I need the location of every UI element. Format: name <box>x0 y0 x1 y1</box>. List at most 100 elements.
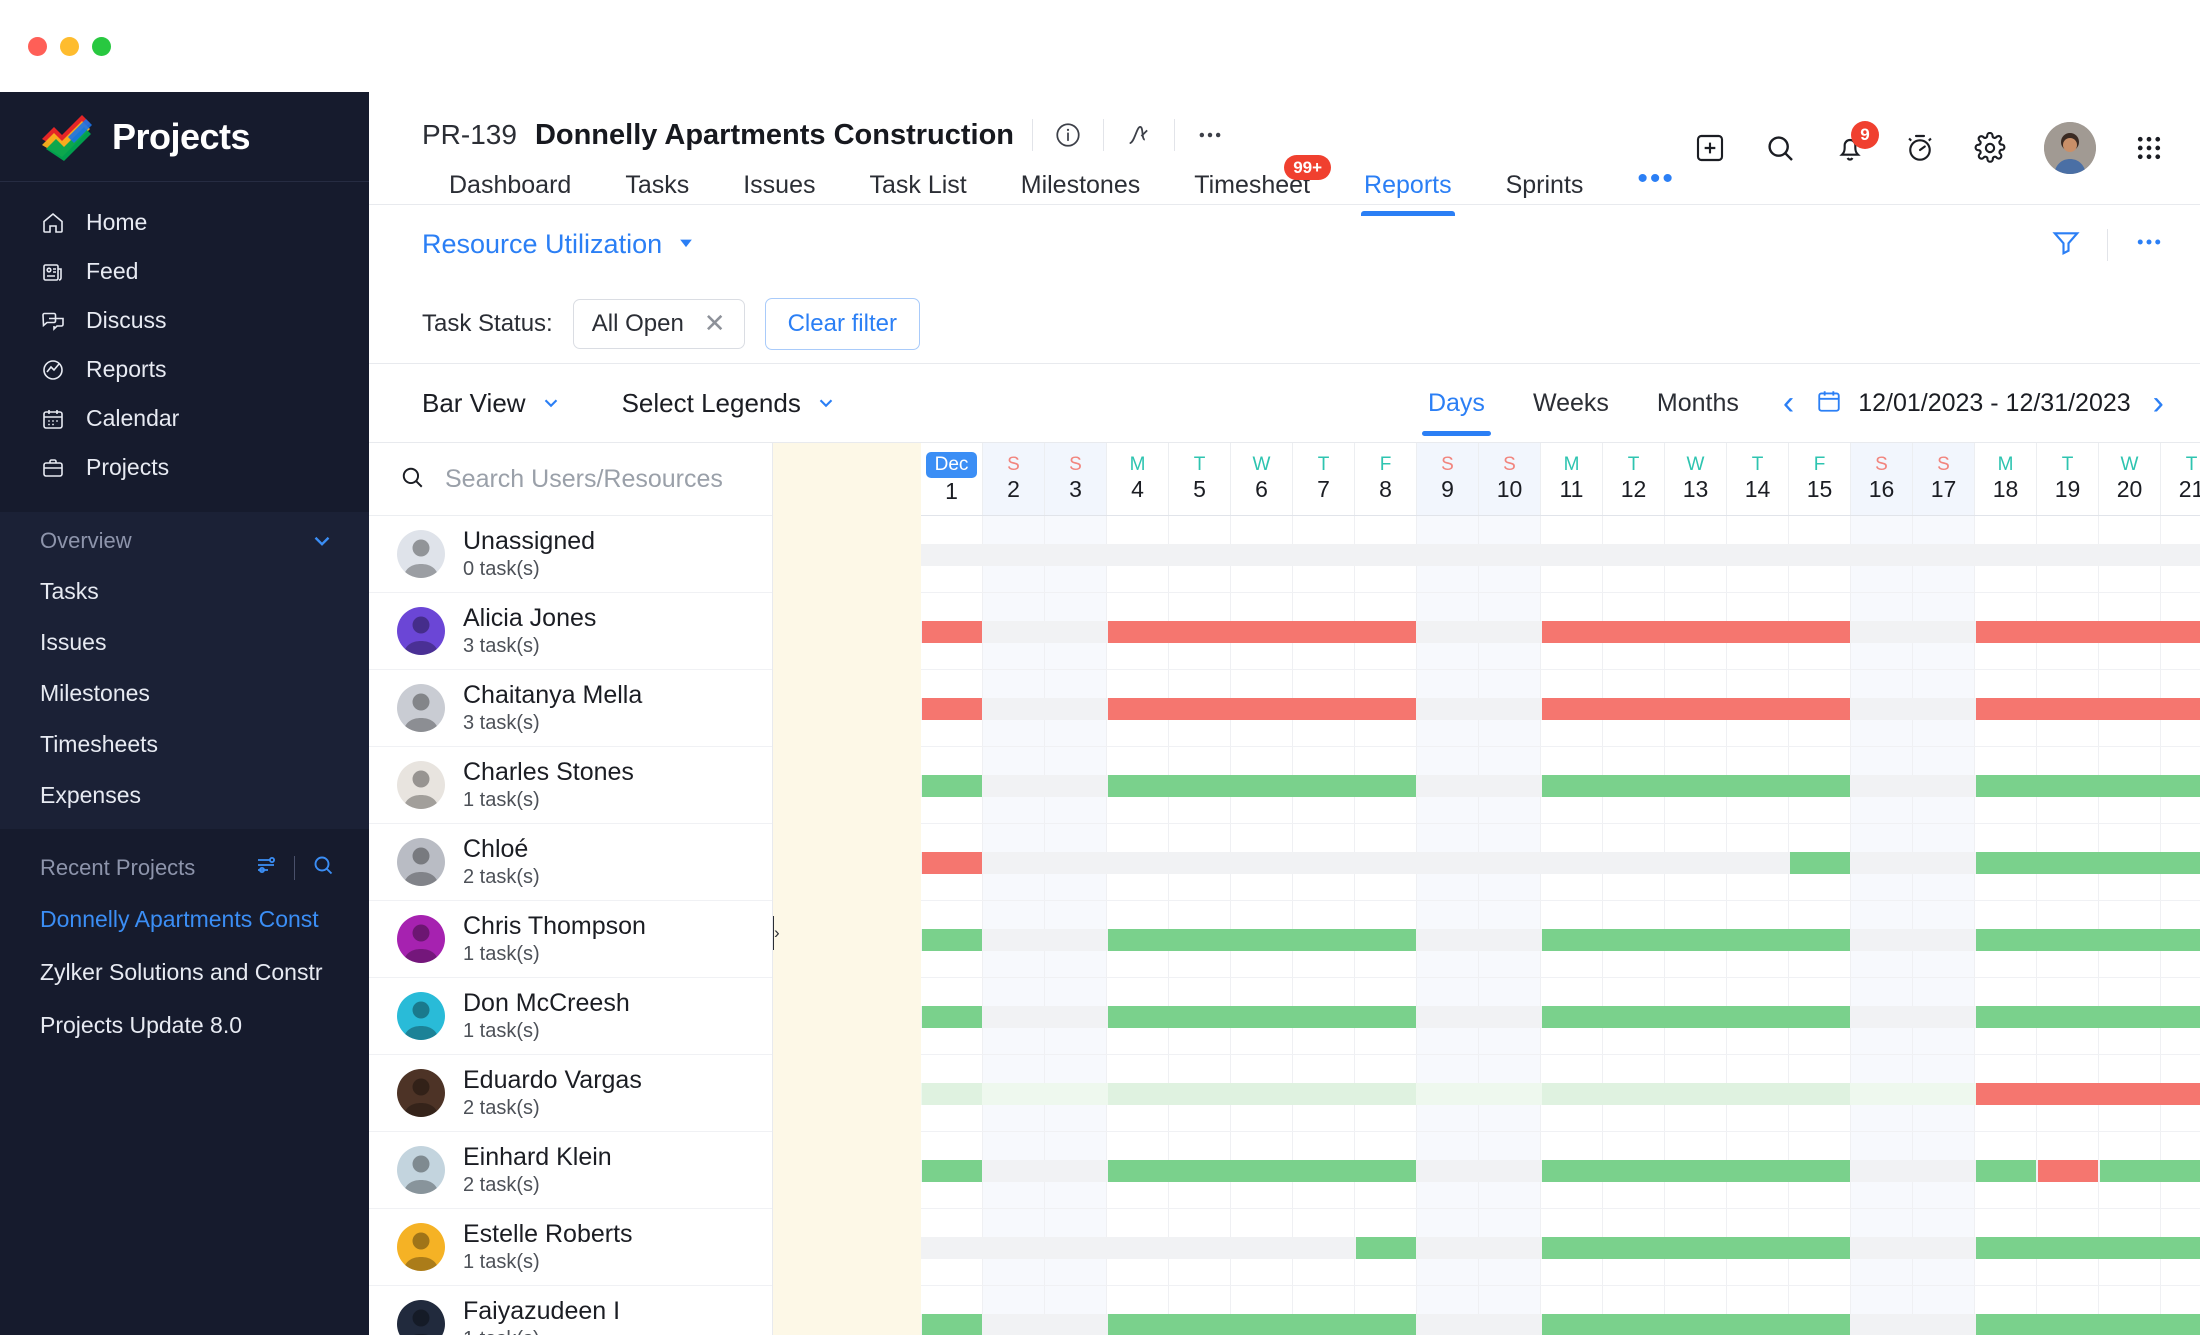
gantt-bar[interactable] <box>1356 1237 1416 1259</box>
pane-resizer[interactable]: ‹› <box>773 911 781 955</box>
tab-milestones[interactable]: Milestones <box>994 171 1168 216</box>
sidebar-item-discuss[interactable]: Discuss <box>0 296 369 345</box>
sidebar-item-feed[interactable]: Feed <box>0 247 369 296</box>
list-item[interactable]: Chloé 2 task(s) <box>369 824 772 901</box>
sidebar-item-overview-tasks[interactable]: Tasks <box>0 566 369 617</box>
info-icon[interactable] <box>1051 118 1085 152</box>
clear-filter-button[interactable]: Clear filter <box>764 297 920 350</box>
more-horizontal-icon[interactable] <box>2134 227 2164 262</box>
scale-days[interactable]: Days <box>1404 389 1509 436</box>
gantt-bar[interactable] <box>1976 698 2200 720</box>
search-users-row[interactable]: Search Users/Resources <box>369 443 772 516</box>
gantt-bar[interactable] <box>1542 929 1850 951</box>
tab-tasks[interactable]: Tasks <box>598 171 716 216</box>
notifications-icon[interactable]: 9 <box>1834 121 1879 164</box>
minimize-window-button[interactable] <box>60 36 79 56</box>
gantt-bar[interactable] <box>1108 775 1416 797</box>
list-item[interactable]: Unassigned 0 task(s) <box>369 516 772 593</box>
gantt-bar[interactable] <box>922 852 982 874</box>
gantt-bar[interactable] <box>1108 1083 1416 1105</box>
gantt-bar[interactable] <box>922 698 982 720</box>
bar-view-dropdown[interactable]: Bar View <box>422 388 562 419</box>
gantt-bar[interactable] <box>922 929 982 951</box>
gantt-bar[interactable] <box>1108 698 1416 720</box>
list-item[interactable]: Einhard Klein 2 task(s) <box>369 1132 772 1209</box>
signature-icon[interactable] <box>1122 118 1156 152</box>
add-icon[interactable] <box>1694 132 1726 164</box>
close-window-button[interactable] <box>28 36 47 56</box>
sidebar-item-home[interactable]: Home <box>0 198 369 247</box>
gear-icon[interactable] <box>1974 132 2006 164</box>
gantt-bar[interactable] <box>1542 621 1850 643</box>
list-item[interactable]: Alicia Jones 3 task(s) <box>369 593 772 670</box>
sidebar-item-overview-timesheets[interactable]: Timesheets <box>0 719 369 770</box>
gantt-bar[interactable] <box>922 775 982 797</box>
gantt-bar[interactable] <box>922 1083 982 1105</box>
sidebar-item-overview-issues[interactable]: Issues <box>0 617 369 668</box>
list-item[interactable]: Eduardo Vargas 2 task(s) <box>369 1055 772 1132</box>
sidebar-item-projects[interactable]: Projects <box>0 443 369 492</box>
gantt-bar[interactable] <box>1976 775 2200 797</box>
search-icon[interactable] <box>311 853 335 883</box>
gantt-bar[interactable] <box>922 1160 982 1182</box>
sidebar-item-overview-expenses[interactable]: Expenses <box>0 770 369 821</box>
sidebar-recent-project-2[interactable]: Zylker Solutions and Constr <box>0 946 369 999</box>
close-icon[interactable]: ✕ <box>704 310 726 336</box>
maximize-window-button[interactable] <box>92 36 111 56</box>
gantt-bar[interactable] <box>922 621 982 643</box>
search-icon[interactable] <box>1764 132 1796 164</box>
report-type-selector[interactable]: Resource Utilization <box>422 229 696 260</box>
gantt-bar[interactable] <box>1976 1314 2200 1335</box>
list-item[interactable]: Charles Stones 1 task(s) <box>369 747 772 824</box>
sidebar-item-calendar[interactable]: Calendar <box>0 394 369 443</box>
sidebar-recent-project-3[interactable]: Projects Update 8.0 <box>0 999 369 1052</box>
overview-header[interactable]: Overview <box>0 512 369 566</box>
gantt-bar[interactable] <box>1976 1160 2036 1182</box>
gantt-bar[interactable] <box>1542 1083 1850 1105</box>
tab-reports[interactable]: Reports <box>1337 171 1479 216</box>
gantt-bar[interactable] <box>1108 621 1416 643</box>
gantt-bar[interactable] <box>922 1314 982 1335</box>
select-legends-dropdown[interactable]: Select Legends <box>622 388 837 419</box>
gantt-bar[interactable] <box>1542 1237 1850 1259</box>
gantt-bar[interactable] <box>1976 1083 2200 1105</box>
timer-icon[interactable] <box>1904 132 1936 164</box>
gantt-bar[interactable] <box>1976 929 2200 951</box>
tab-issues[interactable]: Issues <box>716 171 842 216</box>
gantt-bar[interactable] <box>1108 929 1416 951</box>
gantt-bar[interactable] <box>1976 1006 2200 1028</box>
filter-funnel-icon[interactable] <box>2051 227 2081 262</box>
gantt-bar[interactable] <box>1976 852 2200 874</box>
sidebar-recent-project-1[interactable]: Donnelly Apartments Const <box>0 893 369 946</box>
gantt-bar[interactable] <box>1790 852 1850 874</box>
list-item[interactable]: Chaitanya Mella 3 task(s) <box>369 670 772 747</box>
list-item[interactable]: Don McCreesh 1 task(s) <box>369 978 772 1055</box>
scale-months[interactable]: Months <box>1633 389 1763 418</box>
task-status-chip[interactable]: All Open ✕ <box>572 298 745 349</box>
gantt-bar[interactable] <box>1542 1160 1850 1182</box>
gantt-bar[interactable] <box>1976 1237 2200 1259</box>
sidebar-item-overview-milestones[interactable]: Milestones <box>0 668 369 719</box>
gantt-bar[interactable] <box>1542 775 1850 797</box>
gantt-bar[interactable] <box>1108 1314 1416 1335</box>
gantt-bar[interactable] <box>2100 1160 2200 1182</box>
tabs-more-icon[interactable]: ••• <box>1610 162 1702 216</box>
apps-grid-icon[interactable] <box>2134 133 2164 163</box>
gantt-bar[interactable] <box>1542 698 1850 720</box>
list-item[interactable]: Estelle Roberts 1 task(s) <box>369 1209 772 1286</box>
gantt-bar[interactable] <box>1976 621 2200 643</box>
gantt-bar[interactable] <box>1108 1160 1416 1182</box>
gantt-bar[interactable] <box>2038 1160 2098 1182</box>
brand[interactable]: Projects <box>0 92 369 182</box>
tab-timesheet[interactable]: Timesheet 99+ <box>1167 155 1337 216</box>
chevron-left-icon[interactable]: ‹ <box>1777 386 1800 420</box>
sidebar-item-reports[interactable]: Reports <box>0 345 369 394</box>
filter-sliders-icon[interactable] <box>254 853 278 883</box>
search-input[interactable]: Search Users/Resources <box>445 465 723 494</box>
date-range-label[interactable]: 12/01/2023 - 12/31/2023 <box>1858 389 2130 418</box>
list-item[interactable]: Chris Thompson 1 task(s) <box>369 901 772 978</box>
list-item[interactable]: Faiyazudeen I1 task(s) <box>369 1286 772 1335</box>
gantt-bar[interactable] <box>922 1006 982 1028</box>
tab-dashboard[interactable]: Dashboard <box>422 171 598 216</box>
gantt-bar[interactable] <box>1108 1006 1416 1028</box>
